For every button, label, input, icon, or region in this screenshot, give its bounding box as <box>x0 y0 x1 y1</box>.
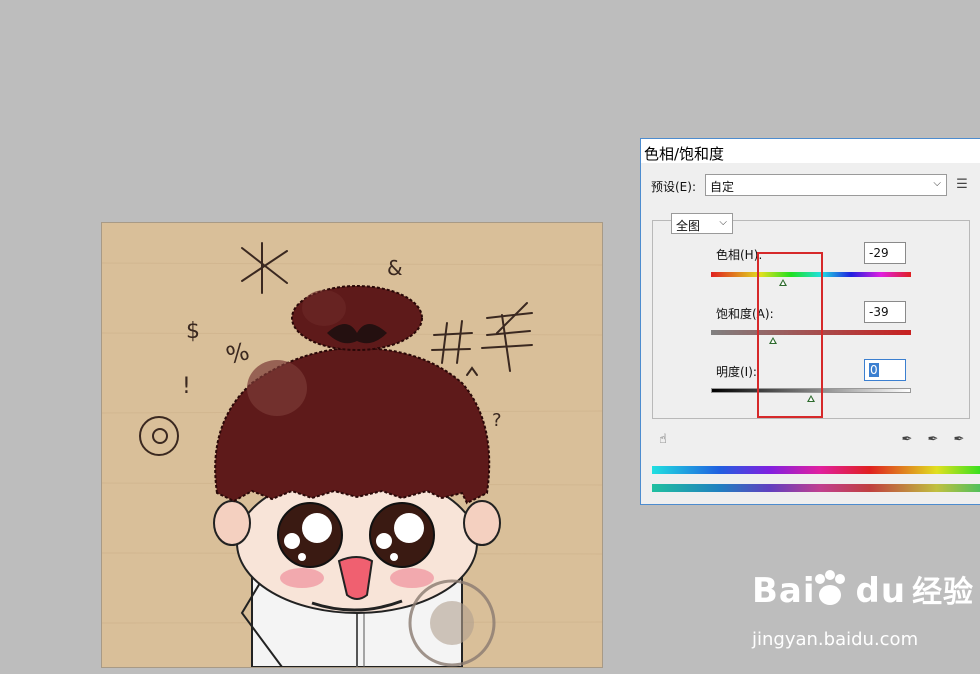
channel-value: 全图 <box>676 219 701 233</box>
input-spectrum-bar <box>652 466 980 474</box>
eyedropper-minus-icon[interactable]: ✒ <box>951 432 967 448</box>
lightness-value: 0 <box>869 363 879 377</box>
document-canvas[interactable]: & $ % ! ? <box>102 223 602 667</box>
hue-input[interactable]: -29 <box>864 242 906 264</box>
preset-dropdown[interactable]: 自定 ⌵ <box>705 174 947 196</box>
paw-icon <box>815 570 845 605</box>
ampersand-doodle: & <box>387 256 403 280</box>
eyedropper-plus-icon[interactable]: ✒ <box>925 432 941 448</box>
watermark-url: jingyan.baidu.com <box>752 629 919 650</box>
cartoon-girl-artwork: & $ % ! ? <box>102 223 602 667</box>
watermark-brand-suffix: du <box>855 571 907 611</box>
preset-value: 自定 <box>710 180 735 194</box>
channel-dropdown[interactable]: 全图 ⌵ <box>671 213 733 234</box>
question-doodle: ? <box>492 410 502 431</box>
chevron-down-icon: ⌵ <box>933 178 941 189</box>
exclaim-doodle: ! <box>182 374 191 399</box>
hand-adjust-icon[interactable]: ☝ <box>655 432 671 448</box>
watermark-brand: Bai <box>752 571 816 611</box>
highlight-box <box>757 252 823 418</box>
hue-label: 色相(H): <box>716 248 763 262</box>
watermark-site-cn: 经验 <box>912 575 975 610</box>
lightness-input[interactable]: 0 <box>864 359 906 381</box>
lightness-label: 明度(I): <box>716 365 757 379</box>
dialog-title: 色相/饱和度 <box>641 139 980 163</box>
preset-menu-icon[interactable]: ☰ <box>954 177 970 193</box>
saturation-input[interactable]: -39 <box>864 301 906 323</box>
eyedropper-icon[interactable]: ✒ <box>899 432 915 448</box>
output-spectrum-bar <box>652 484 980 492</box>
baidu-watermark: Bai du 经验 jingyan.baidu.com <box>752 567 975 650</box>
preset-label: 预设(E): <box>651 180 696 194</box>
chevron-down-icon: ⌵ <box>719 217 727 228</box>
dollar-doodle: $ <box>186 319 200 344</box>
